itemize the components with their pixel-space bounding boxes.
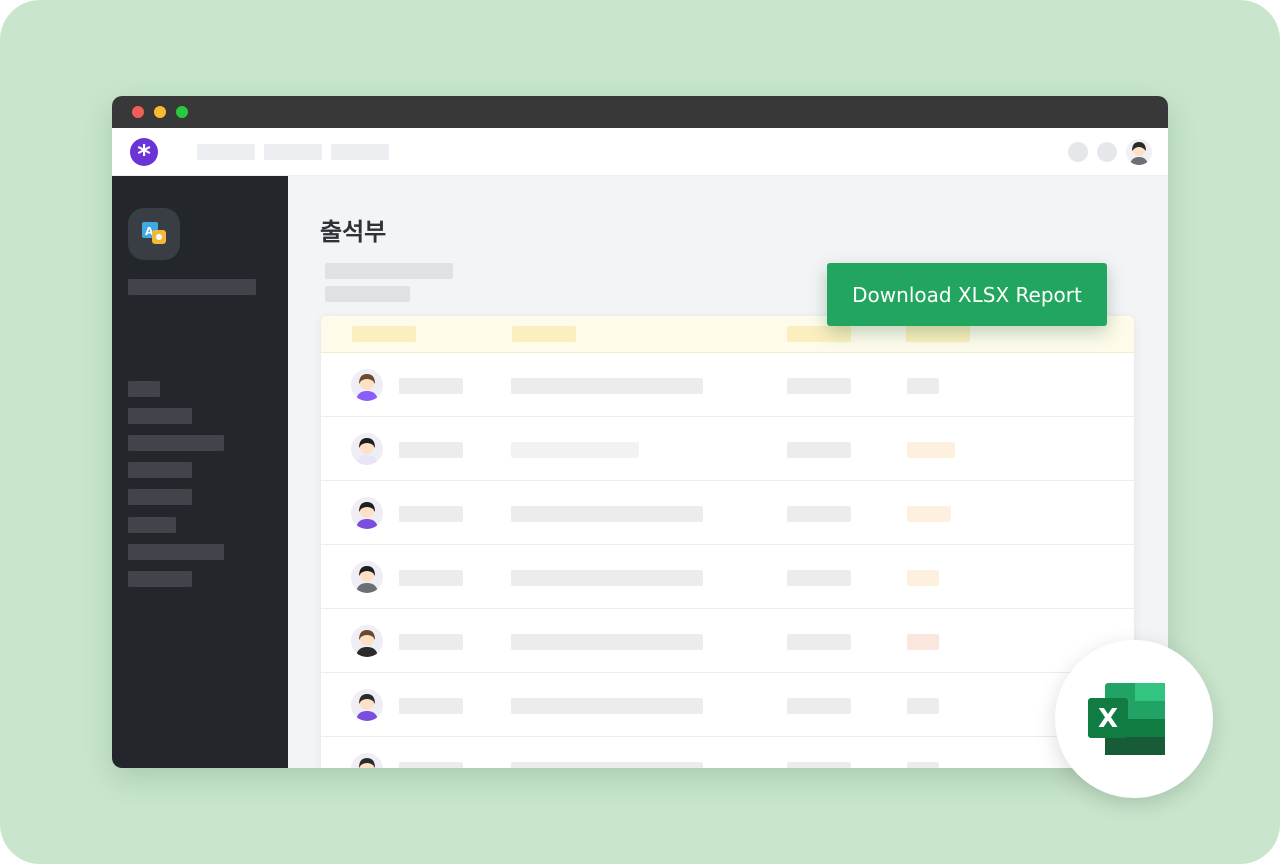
- column-header[interactable]: [512, 326, 576, 342]
- person-avatar-icon: [351, 433, 383, 465]
- excel-badge: X: [1055, 640, 1213, 798]
- window-titlebar: [112, 96, 1168, 128]
- table-cell-placeholder: [907, 634, 939, 650]
- attendance-table: [321, 316, 1134, 768]
- table-row[interactable]: [321, 545, 1134, 609]
- excel-icon: X: [1088, 683, 1165, 755]
- sidebar-item[interactable]: [128, 408, 192, 424]
- sidebar-item[interactable]: [128, 489, 192, 505]
- person-avatar-icon: [351, 753, 383, 768]
- minimize-window-button[interactable]: [154, 106, 166, 118]
- close-window-button[interactable]: [132, 106, 144, 118]
- toolbar-circle-button[interactable]: [1097, 142, 1117, 162]
- sidebar-item[interactable]: [128, 435, 224, 451]
- person-avatar-icon: [351, 561, 383, 593]
- background-stage: * A 출석부 Download XLSX Report X: [0, 0, 1280, 864]
- subtitle-placeholder: [325, 263, 453, 279]
- table-cell-placeholder: [399, 442, 463, 458]
- table-cell-placeholder: [399, 698, 463, 714]
- translate-app-icon[interactable]: A: [128, 208, 180, 260]
- table-cell-placeholder: [787, 634, 851, 650]
- table-cell-placeholder: [511, 634, 703, 650]
- person-avatar-icon: [351, 689, 383, 721]
- table-cell-placeholder: [511, 570, 703, 586]
- user-avatar[interactable]: [1126, 139, 1152, 165]
- table-cell-placeholder: [907, 570, 939, 586]
- subtitle-placeholder: [325, 286, 410, 302]
- table-row[interactable]: [321, 417, 1134, 481]
- table-cell-placeholder: [907, 506, 951, 522]
- table-cell-placeholder: [907, 378, 939, 394]
- table-row[interactable]: [321, 737, 1134, 768]
- nav-item-placeholder[interactable]: [331, 144, 389, 160]
- app-window: * A 출석부: [112, 96, 1168, 768]
- person-avatar-icon: [1130, 142, 1148, 165]
- svg-text:X: X: [1098, 704, 1118, 734]
- table-cell-placeholder: [399, 506, 463, 522]
- table-cell-placeholder: [787, 442, 851, 458]
- toolbar-circle-button[interactable]: [1068, 142, 1088, 162]
- top-navbar: *: [112, 128, 1168, 176]
- sidebar-item[interactable]: [128, 517, 176, 533]
- sidebar-item[interactable]: [128, 571, 192, 587]
- table-cell-placeholder: [907, 442, 955, 458]
- sidebar-item[interactable]: [128, 544, 224, 560]
- table-cell-placeholder: [907, 762, 939, 768]
- table-cell-placeholder: [787, 762, 851, 768]
- asterisk-icon[interactable]: *: [130, 138, 158, 170]
- column-header[interactable]: [906, 326, 970, 342]
- table-row[interactable]: [321, 481, 1134, 545]
- table-row[interactable]: [321, 673, 1134, 737]
- table-cell-placeholder: [511, 762, 703, 768]
- table-cell-placeholder: [787, 506, 851, 522]
- table-row[interactable]: [321, 353, 1134, 417]
- sidebar-item[interactable]: [128, 462, 192, 478]
- table-cell-placeholder: [511, 698, 703, 714]
- person-avatar-icon: [351, 625, 383, 657]
- sidebar: A: [112, 176, 288, 768]
- sidebar-app-name-placeholder: [128, 279, 256, 295]
- maximize-window-button[interactable]: [176, 106, 188, 118]
- table-cell-placeholder: [511, 378, 703, 394]
- column-header[interactable]: [787, 326, 851, 342]
- column-header[interactable]: [352, 326, 416, 342]
- table-cell-placeholder: [907, 698, 939, 714]
- person-avatar-icon: [351, 369, 383, 401]
- table-cell-placeholder: [399, 634, 463, 650]
- table-cell-placeholder: [399, 378, 463, 394]
- table-cell-placeholder: [399, 762, 463, 768]
- table-cell-placeholder: [399, 570, 463, 586]
- nav-item-placeholder[interactable]: [197, 144, 255, 160]
- table-cell-placeholder: [511, 442, 639, 458]
- table-cell-placeholder: [787, 698, 851, 714]
- download-xlsx-report-button[interactable]: Download XLSX Report: [827, 263, 1107, 326]
- table-cell-placeholder: [787, 570, 851, 586]
- table-cell-placeholder: [787, 378, 851, 394]
- page-title: 출석부: [320, 218, 387, 246]
- person-avatar-icon: [351, 497, 383, 529]
- nav-item-placeholder[interactable]: [264, 144, 322, 160]
- table-cell-placeholder: [511, 506, 703, 522]
- sidebar-item[interactable]: [128, 381, 160, 397]
- table-row[interactable]: [321, 609, 1134, 673]
